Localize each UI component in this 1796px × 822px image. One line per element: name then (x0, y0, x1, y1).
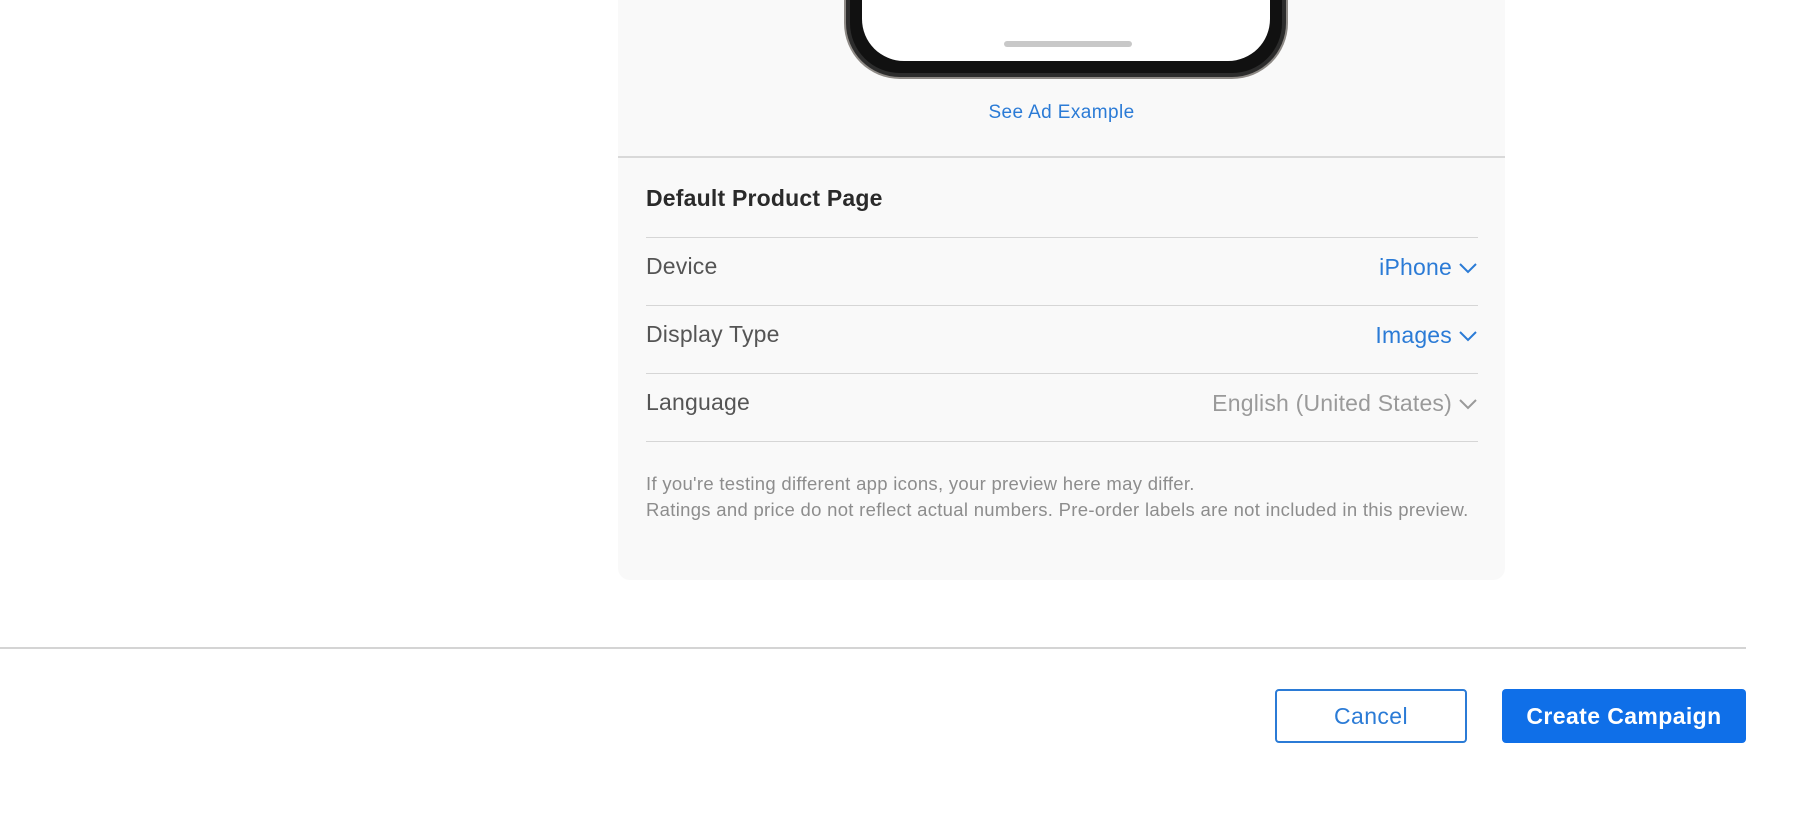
iphone-screen (862, 0, 1270, 61)
device-dropdown[interactable]: iPhone (1379, 254, 1478, 281)
iphone-frame (846, 0, 1286, 77)
see-ad-example-link[interactable]: See Ad Example (618, 102, 1505, 124)
language-row: Language English (United States) (646, 374, 1478, 442)
chevron-down-icon (1459, 262, 1477, 273)
product-page-settings: Default Product Page Device iPhone Displ… (618, 185, 1505, 523)
footer-divider (0, 647, 1746, 649)
display-type-label: Display Type (646, 321, 780, 347)
chevron-down-icon (1459, 398, 1477, 409)
device-label: Device (646, 253, 718, 279)
language-value: English (United States) (1212, 390, 1452, 416)
preview-disclaimer: If you're testing different app icons, y… (646, 471, 1478, 523)
display-type-value: Images (1375, 322, 1452, 348)
ad-preview-card: See Ad Example Default Product Page Devi… (618, 0, 1505, 580)
language-label: Language (646, 389, 750, 415)
home-indicator (1004, 41, 1132, 47)
display-type-dropdown[interactable]: Images (1375, 322, 1478, 349)
chevron-down-icon (1459, 330, 1477, 341)
page: See Ad Example Default Product Page Devi… (0, 0, 1796, 822)
language-dropdown: English (United States) (1212, 390, 1478, 417)
create-campaign-button[interactable]: Create Campaign (1502, 689, 1746, 743)
cancel-button[interactable]: Cancel (1275, 689, 1467, 743)
disclaimer-line-1: If you're testing different app icons, y… (646, 473, 1195, 494)
device-row: Device iPhone (646, 238, 1478, 306)
product-page-title: Default Product Page (646, 185, 1478, 238)
phone-preview-area: See Ad Example (618, 0, 1505, 158)
display-type-row: Display Type Images (646, 306, 1478, 374)
disclaimer-line-2: Ratings and price do not reflect actual … (646, 499, 1469, 520)
device-value: iPhone (1379, 254, 1452, 280)
